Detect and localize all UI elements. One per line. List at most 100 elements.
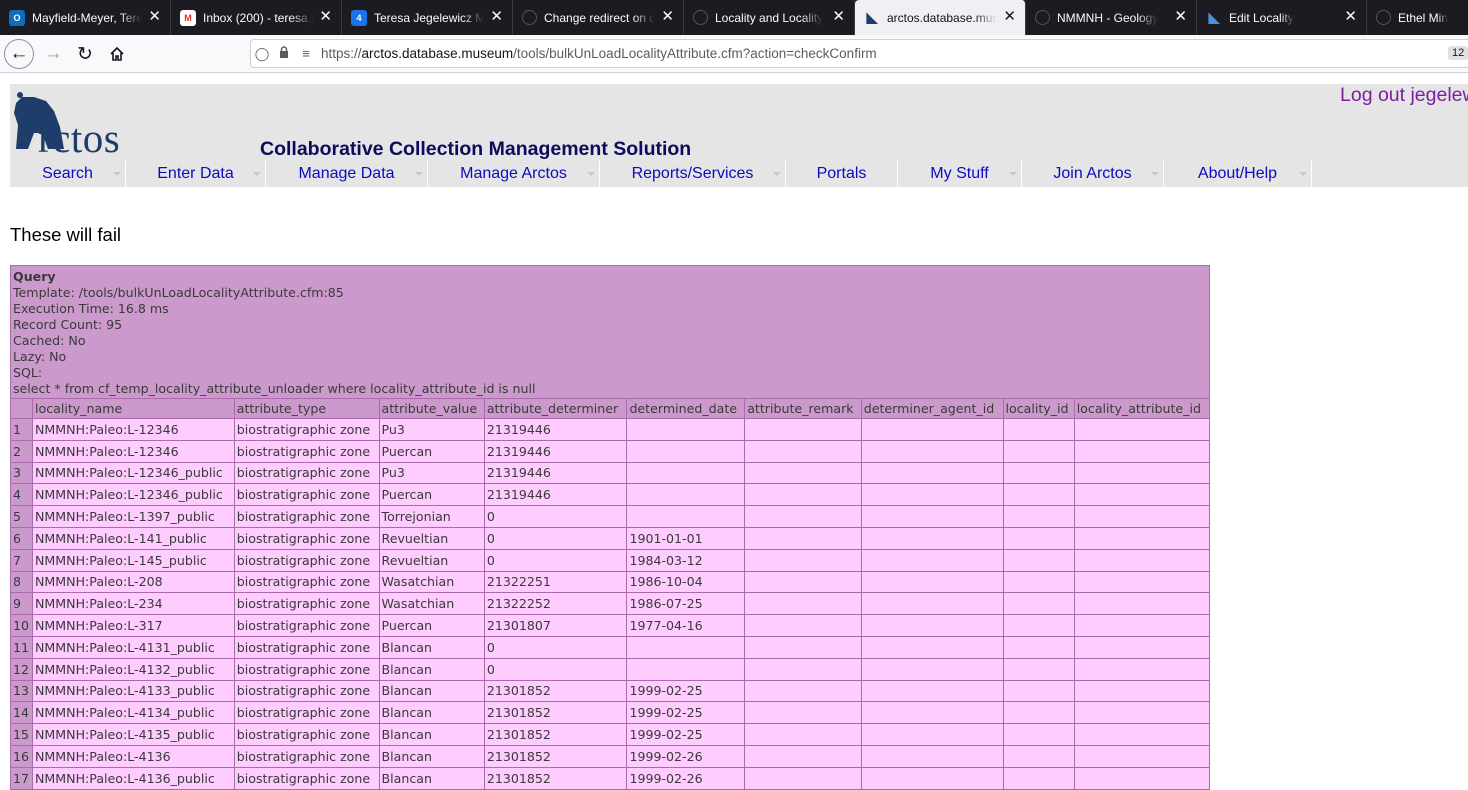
row-number-cell: 7 — [10, 548, 33, 572]
query-metadata: Query Template: /tools/bulkUnLoadLocalit… — [10, 265, 1210, 399]
browser-tab[interactable]: Ethel Mine (Muto — [1367, 0, 1468, 35]
close-tab-icon[interactable]: ✕ — [1174, 9, 1187, 25]
chevron-down-icon — [773, 172, 781, 176]
menu-item-label: Search — [42, 164, 93, 182]
menu-item[interactable]: Portals — [786, 160, 898, 187]
table-cell — [1073, 418, 1211, 441]
table-row: 13 NMMNH:Paleo:L-4133_public biostratigrap… — [10, 679, 1211, 703]
close-tab-icon[interactable]: ✕ — [661, 9, 674, 25]
url-bar[interactable]: ◯ ≡ https://arctos.database.museum/tools… — [250, 39, 1468, 68]
close-tab-icon[interactable]: ✕ — [1344, 9, 1357, 25]
table-cell: 21301852 — [483, 679, 628, 703]
table-cell — [1073, 635, 1211, 659]
table-cell: biostratigraphic zone — [233, 614, 380, 637]
table-cell: 0 — [483, 657, 628, 681]
table-cell: 21322251 — [483, 570, 628, 594]
browser-tab[interactable]: M Inbox (200) - teresa.je ✕ — [171, 0, 342, 35]
table-cell: NMMNH:Paleo:L-4134_public — [32, 701, 235, 725]
table-cell: Blancan — [378, 657, 485, 681]
query-execution-time: Execution Time: 16.8 ms — [13, 301, 169, 316]
arctos-logo[interactable]: rctos — [12, 89, 172, 161]
menu-item[interactable]: My Stuff — [898, 160, 1022, 187]
table-cell — [1073, 505, 1211, 528]
site-tagline: Collaborative Collection Management Solu… — [260, 138, 692, 160]
table-cell: biostratigraphic zone — [233, 526, 380, 550]
shield-icon[interactable]: ◯ — [251, 46, 273, 62]
table-cell — [1073, 439, 1211, 463]
table-cell: biostratigraphic zone — [233, 461, 380, 485]
table-cell: 21301852 — [483, 766, 628, 790]
table-cell: 0 — [483, 505, 628, 528]
browser-tab[interactable]: ◣ Edit Locality ✕ — [1197, 0, 1367, 35]
close-tab-icon[interactable]: ✕ — [148, 9, 161, 25]
chevron-down-icon — [415, 172, 423, 176]
table-cell — [1073, 701, 1211, 725]
table-cell: biostratigraphic zone — [233, 439, 380, 463]
browser-tab[interactable]: O Mayfield-Meyer, Tere ✕ — [0, 0, 171, 35]
row-number-cell: 5 — [10, 505, 33, 528]
chevron-down-icon — [1009, 172, 1017, 176]
arctos-icon: ◣ — [866, 9, 878, 25]
table-cell: NMMNH:Paleo:L-208 — [32, 570, 235, 594]
table-cell: Torrejonian — [378, 505, 485, 528]
table-cell: biostratigraphic zone — [233, 679, 380, 703]
browser-tab[interactable]: ◣ arctos.database.mus ✕ — [855, 0, 1026, 35]
table-cell: 0 — [483, 548, 628, 572]
url-prefix: https:// — [321, 46, 362, 61]
menu-item-label: Join Arctos — [1053, 164, 1132, 182]
table-cell: 21319446 — [483, 418, 628, 441]
table-header-row: locality_name attribute_type attribute_val… — [10, 398, 1211, 419]
home-button[interactable] — [102, 39, 132, 69]
query-cached: Cached: No — [13, 333, 86, 348]
table-cell — [744, 723, 862, 746]
table-cell: NMMNH:Paleo:L-12346_public — [32, 461, 235, 485]
menu-item[interactable]: Enter Data — [126, 160, 266, 187]
close-tab-icon[interactable]: ✕ — [1003, 9, 1016, 25]
table-cell — [860, 723, 1004, 746]
tab-title: Ethel Mine (Muto — [1398, 10, 1448, 25]
table-row: 7 NMMNH:Paleo:L-145_public biostratigraphi… — [10, 548, 1211, 572]
table-cell — [1002, 679, 1075, 703]
url-path: /tools/bulkUnLoadLocalityAttribute.cfm?a… — [513, 46, 877, 61]
table-body: 1 NMMNH:Paleo:L-12346 biostratigraphic zon… — [10, 418, 1211, 790]
lock-icon[interactable] — [273, 46, 295, 61]
table-cell — [1002, 592, 1075, 616]
back-button[interactable]: ← — [4, 39, 34, 69]
table-cell: 1984-03-12 — [626, 548, 746, 572]
permissions-icon[interactable]: ≡ — [295, 46, 317, 61]
table-cell: Wasatchian — [378, 592, 485, 616]
table-cell — [1002, 657, 1075, 681]
table-cell — [1073, 548, 1211, 572]
browser-tab[interactable]: NMMNH - Geology ✕ — [1026, 0, 1197, 35]
close-tab-icon[interactable]: ✕ — [490, 9, 503, 25]
menu-item[interactable]: Join Arctos — [1022, 160, 1164, 187]
row-number-cell: 16 — [10, 744, 33, 768]
column-header: locality_name — [32, 398, 235, 419]
row-number-cell: 1 — [10, 418, 33, 441]
chevron-down-icon — [1299, 172, 1307, 176]
browser-tab[interactable]: Locality and Locality ✕ — [684, 0, 855, 35]
row-number-cell: 15 — [10, 723, 33, 746]
table-cell: biostratigraphic zone — [233, 548, 380, 572]
menu-item[interactable]: Search — [10, 160, 126, 187]
table-cell — [744, 505, 862, 528]
close-tab-icon[interactable]: ✕ — [832, 9, 845, 25]
table-cell: Blancan — [378, 679, 485, 703]
menu-item[interactable]: Reports/Services — [600, 160, 786, 187]
table-cell — [744, 439, 862, 463]
menu-item-label: Manage Data — [298, 164, 395, 182]
table-cell — [860, 592, 1004, 616]
menu-item[interactable]: Manage Arctos — [428, 160, 600, 187]
zoom-indicator[interactable]: 12 — [1448, 46, 1468, 60]
table-cell: biostratigraphic zone — [233, 592, 380, 616]
table-cell — [1002, 526, 1075, 550]
table-cell: Puercan — [378, 483, 485, 507]
menu-item[interactable]: Manage Data — [266, 160, 428, 187]
browser-tab[interactable]: Change redirect on d ✕ — [513, 0, 684, 35]
menu-item[interactable]: About/Help — [1164, 160, 1312, 187]
reload-button[interactable]: ↻ — [70, 39, 100, 69]
forward-button[interactable]: → — [38, 39, 68, 69]
browser-tab[interactable]: 4 Teresa Jegelewicz Ma ✕ — [342, 0, 513, 35]
close-tab-icon[interactable]: ✕ — [319, 9, 332, 25]
logout-link[interactable]: Log out jegelew — [1340, 84, 1468, 107]
